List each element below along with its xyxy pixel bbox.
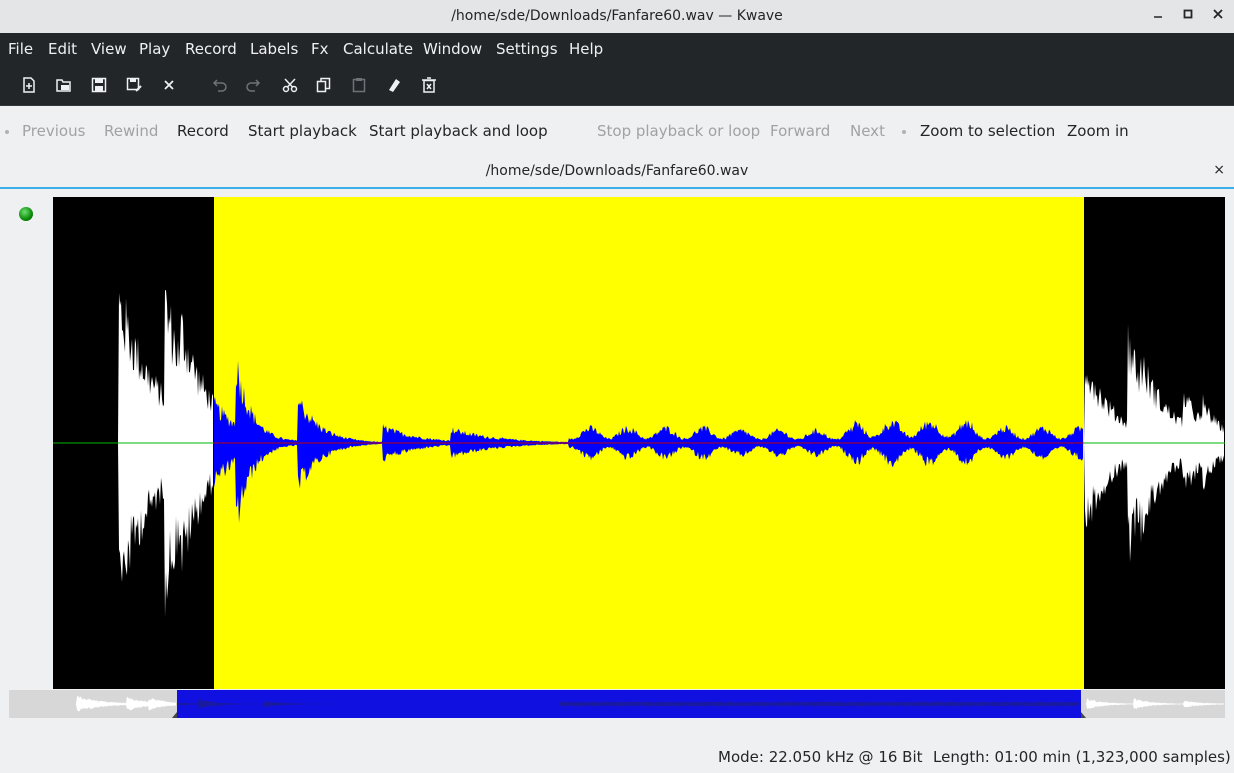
track-enabled-indicator[interactable] xyxy=(19,207,33,221)
copy-icon[interactable] xyxy=(314,75,334,95)
forward-button[interactable]: Forward xyxy=(770,122,830,140)
rewind-button[interactable]: Rewind xyxy=(104,122,158,140)
zoom-to-selection-button[interactable]: Zoom to selection xyxy=(920,122,1055,140)
menu-help[interactable]: Help xyxy=(569,40,603,58)
save-as-icon[interactable] xyxy=(124,75,144,95)
waveform-view[interactable] xyxy=(53,197,1225,689)
record-button[interactable]: Record xyxy=(177,122,229,140)
redo-icon[interactable] xyxy=(243,75,263,95)
save-icon[interactable] xyxy=(89,75,109,95)
status-mode: Mode: 22.050 kHz @ 16 Bit xyxy=(718,748,923,766)
window-titlebar: /home/sde/Downloads/Fanfare60.wav — Kwav… xyxy=(0,0,1234,34)
stop-playback-button[interactable]: Stop playback or loop xyxy=(597,122,760,140)
menu-record[interactable]: Record xyxy=(185,40,237,58)
main-toolbar xyxy=(0,65,1234,106)
transport-toolbar: Previous Rewind Record Start playback St… xyxy=(0,106,1234,156)
menu-fx[interactable]: Fx xyxy=(311,40,329,58)
document-tab[interactable]: /home/sde/Downloads/Fanfare60.wav × xyxy=(0,156,1234,189)
delete-icon[interactable] xyxy=(419,75,439,95)
maximize-icon[interactable] xyxy=(1178,6,1198,26)
separator-dot xyxy=(5,130,9,134)
menu-bar: File Edit View Play Record Labels Fx Cal… xyxy=(0,33,1234,65)
menu-play[interactable]: Play xyxy=(139,40,170,58)
menu-calculate[interactable]: Calculate xyxy=(343,40,413,58)
status-length: Length: 01:00 min (1,323,000 samples) xyxy=(933,748,1231,766)
window-title: /home/sde/Downloads/Fanfare60.wav — Kwav… xyxy=(451,8,783,24)
tab-close-icon[interactable]: × xyxy=(1213,162,1225,178)
start-playback-button[interactable]: Start playback xyxy=(248,122,357,140)
close-file-icon[interactable] xyxy=(159,75,179,95)
menu-view[interactable]: View xyxy=(91,40,127,58)
minimize-icon[interactable] xyxy=(1148,6,1168,26)
menu-labels[interactable]: Labels xyxy=(250,40,298,58)
erase-icon[interactable] xyxy=(384,75,404,95)
zoom-in-button[interactable]: Zoom in xyxy=(1067,122,1129,140)
previous-button[interactable]: Previous xyxy=(22,122,85,140)
menu-window[interactable]: Window xyxy=(423,40,482,58)
start-playback-loop-button[interactable]: Start playback and loop xyxy=(369,122,548,140)
next-button[interactable]: Next xyxy=(850,122,885,140)
separator-dot xyxy=(902,130,906,134)
undo-icon[interactable] xyxy=(210,75,230,95)
new-file-icon[interactable] xyxy=(19,75,39,95)
menu-edit[interactable]: Edit xyxy=(48,40,77,58)
paste-icon[interactable] xyxy=(349,75,369,95)
menu-settings[interactable]: Settings xyxy=(496,40,558,58)
waveform-canvas xyxy=(53,197,1225,689)
close-icon[interactable] xyxy=(1208,6,1228,26)
overview-bar[interactable] xyxy=(9,690,1225,718)
cut-icon[interactable] xyxy=(280,75,300,95)
tab-title: /home/sde/Downloads/Fanfare60.wav xyxy=(485,163,749,179)
open-file-icon[interactable] xyxy=(54,75,74,95)
menu-file[interactable]: File xyxy=(8,40,33,58)
overview-canvas xyxy=(9,690,1225,718)
